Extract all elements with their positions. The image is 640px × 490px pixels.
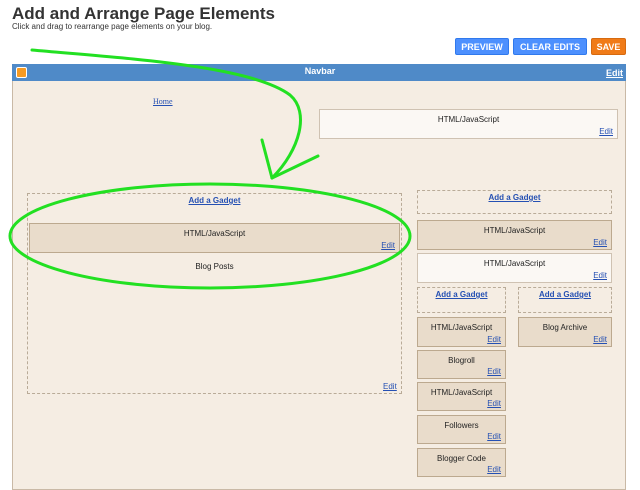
annotation-arrow-curve-icon — [30, 48, 302, 180]
annotation-ellipse-icon — [8, 182, 412, 290]
annotation-overlay — [8, 48, 412, 290]
annotation-arrow-head-left-icon — [260, 138, 274, 180]
annotation-arrow-head-right-icon — [270, 154, 320, 180]
